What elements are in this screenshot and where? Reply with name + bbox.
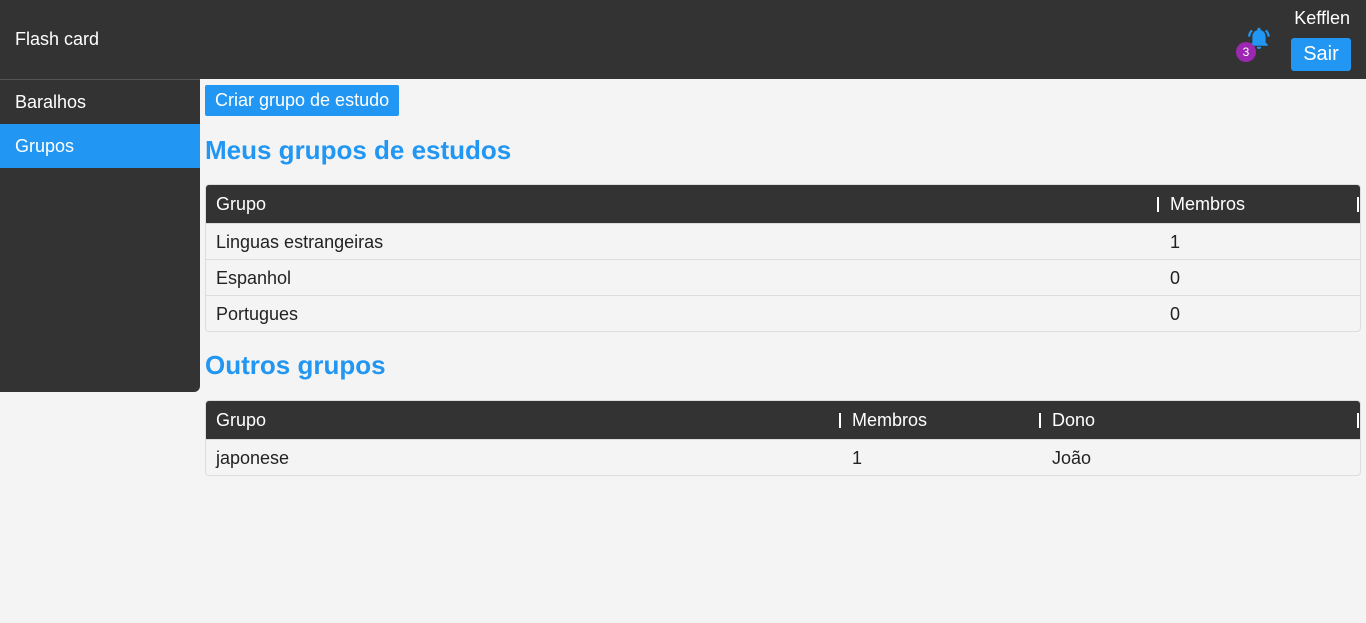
username: Kefflen xyxy=(1294,8,1350,28)
column-header-group[interactable]: Grupo xyxy=(216,401,266,439)
group-members: 1 xyxy=(1170,232,1181,252)
my-groups-table: Grupo Membros Linguas estrangeiras 1 Esp… xyxy=(205,184,1361,332)
logout-button[interactable]: Sair xyxy=(1291,38,1351,71)
group-name: Portugues xyxy=(216,304,299,324)
app-title[interactable]: Flash card xyxy=(15,29,99,50)
group-name: japonese xyxy=(216,448,290,468)
other-groups-title: Outros grupos xyxy=(205,350,386,380)
create-study-group-button[interactable]: Criar grupo de estudo xyxy=(205,85,400,116)
table-row[interactable]: Espanhol 0 xyxy=(206,259,1360,295)
table-row[interactable]: Portugues 0 xyxy=(206,295,1360,331)
other-groups-table: Grupo Membros Dono japonese 1 João xyxy=(205,400,1361,476)
group-owner: João xyxy=(1052,448,1092,468)
column-header-members[interactable]: Membros xyxy=(1170,185,1245,223)
table-row[interactable]: Linguas estrangeiras 1 xyxy=(206,223,1360,259)
group-name: Espanhol xyxy=(216,268,292,288)
column-header-group[interactable]: Grupo xyxy=(216,185,266,223)
table-header: Grupo Membros xyxy=(206,185,1360,223)
column-divider[interactable] xyxy=(839,413,841,428)
my-groups-title: Meus grupos de estudos xyxy=(205,135,512,165)
column-divider[interactable] xyxy=(1357,413,1359,428)
table-header: Grupo Membros Dono xyxy=(206,401,1360,439)
top-bar: Flash card 3 Kefflen Sair xyxy=(0,0,1366,79)
column-divider[interactable] xyxy=(1039,413,1041,428)
column-header-members[interactable]: Membros xyxy=(852,401,927,439)
group-members: 0 xyxy=(1170,268,1181,288)
group-members: 0 xyxy=(1170,304,1181,324)
group-name: Linguas estrangeiras xyxy=(216,232,384,252)
column-divider[interactable] xyxy=(1357,197,1359,212)
sidebar: Baralhos Grupos xyxy=(0,79,200,392)
column-header-owner[interactable]: Dono xyxy=(1052,401,1095,439)
notification-badge: 3 xyxy=(1236,42,1256,62)
table-row[interactable]: japonese 1 João xyxy=(206,439,1360,475)
column-divider[interactable] xyxy=(1157,197,1159,212)
group-members: 1 xyxy=(852,448,863,468)
sidebar-item-grupos[interactable]: Grupos xyxy=(0,124,200,168)
sidebar-item-baralhos[interactable]: Baralhos xyxy=(0,80,200,124)
